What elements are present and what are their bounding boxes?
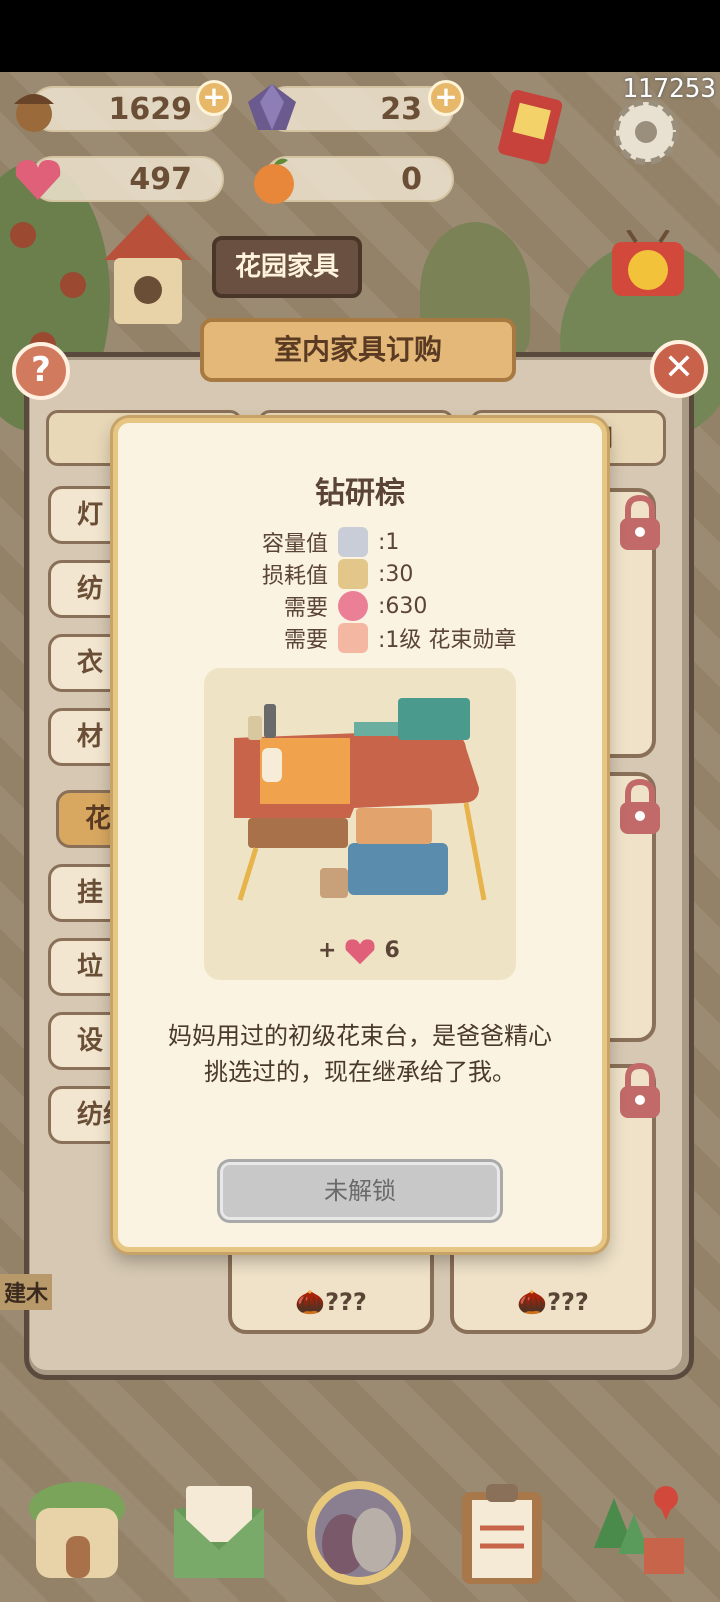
stat-capacity: 容量值 :1 bbox=[228, 526, 399, 558]
stat-medal: 需要 :1级 花束勋章 bbox=[228, 622, 516, 654]
description-line: 妈妈用过的初级花束台，是爸爸精心 bbox=[168, 1022, 552, 1050]
heart-count: 497 bbox=[129, 161, 192, 197]
card-price-value: ??? bbox=[325, 1288, 367, 1316]
side-tab-label: 设 bbox=[77, 1026, 104, 1056]
gem-icon bbox=[248, 84, 296, 130]
reward: + 6 bbox=[318, 934, 400, 966]
settings-gear-icon[interactable] bbox=[606, 92, 686, 172]
mail-icon[interactable] bbox=[164, 1478, 274, 1588]
orange-count: 0 bbox=[401, 161, 422, 197]
help-button[interactable]: ? bbox=[12, 342, 70, 400]
tv-ad-icon[interactable] bbox=[608, 230, 688, 300]
corner-code: 117253 bbox=[622, 74, 716, 104]
side-tab-label: 花 bbox=[85, 804, 112, 834]
card-price-value: ??? bbox=[547, 1288, 589, 1316]
acorn-count: 1629 bbox=[108, 91, 193, 127]
side-tab-label: 纺 bbox=[77, 574, 104, 604]
bouquet-medal-icon bbox=[338, 623, 368, 653]
description-line: 挑选过的，现在继承给了我。 bbox=[204, 1058, 516, 1086]
stat-label: 容量值 bbox=[261, 532, 328, 557]
pliers-icon bbox=[338, 559, 368, 589]
stat-value: :1级 花束勋章 bbox=[378, 628, 517, 653]
reward-value: 6 bbox=[384, 937, 400, 963]
house-icon[interactable] bbox=[22, 1478, 132, 1588]
clipboard-icon[interactable] bbox=[448, 1478, 558, 1588]
side-tab-label: 垃 bbox=[77, 952, 104, 982]
item-title: 钻研棕 bbox=[315, 476, 405, 511]
stat-value: :630 bbox=[378, 593, 428, 619]
stat-value: :1 bbox=[378, 529, 400, 555]
stat-wear: 损耗值 :30 bbox=[228, 558, 413, 590]
add-gem-button[interactable]: + bbox=[428, 80, 464, 116]
card-price: 🌰??? bbox=[295, 1288, 367, 1316]
heart-gem-icon bbox=[15, 160, 61, 200]
status-bar bbox=[0, 0, 720, 72]
category-sign: 花园家具 bbox=[212, 236, 362, 298]
capacity-icon bbox=[338, 527, 368, 557]
item-description: 妈妈用过的初级花束台，是爸爸精心 挑选过的，现在继承给了我。 bbox=[140, 1018, 580, 1090]
orange-icon bbox=[254, 158, 294, 204]
stat-value: :30 bbox=[378, 561, 414, 587]
heart-gem-icon bbox=[338, 591, 368, 621]
map-icon[interactable] bbox=[584, 1478, 694, 1588]
lock-icon bbox=[620, 778, 660, 834]
stat-label: 需要 bbox=[283, 596, 328, 621]
side-partial-label: 建木 bbox=[0, 1274, 53, 1310]
side-tab-label: 材 bbox=[77, 722, 104, 752]
panel-title: 室内家具订购 bbox=[200, 318, 516, 382]
characters-icon[interactable] bbox=[304, 1478, 414, 1588]
calendar-book-icon[interactable] bbox=[496, 88, 566, 168]
stat-cost: 需要 :630 bbox=[228, 590, 427, 622]
acorn-icon bbox=[14, 94, 54, 132]
birdhouse-icon bbox=[104, 214, 192, 324]
lock-icon bbox=[620, 1062, 660, 1118]
side-tab-label: 挂 bbox=[77, 878, 104, 908]
bottom-nav bbox=[0, 1470, 720, 1602]
close-button[interactable]: ✕ bbox=[650, 340, 708, 398]
add-acorn-button[interactable]: + bbox=[196, 80, 232, 116]
stat-label: 需要 bbox=[283, 628, 328, 653]
unlock-button[interactable]: 未解锁 bbox=[220, 1162, 500, 1220]
reward-plus: + bbox=[318, 937, 337, 963]
gem-count: 23 bbox=[380, 91, 422, 127]
stat-label: 损耗值 bbox=[261, 564, 328, 589]
side-tab-label: 衣 bbox=[77, 648, 104, 678]
heart-gem-icon bbox=[345, 939, 375, 965]
card-price: 🌰??? bbox=[517, 1288, 589, 1316]
